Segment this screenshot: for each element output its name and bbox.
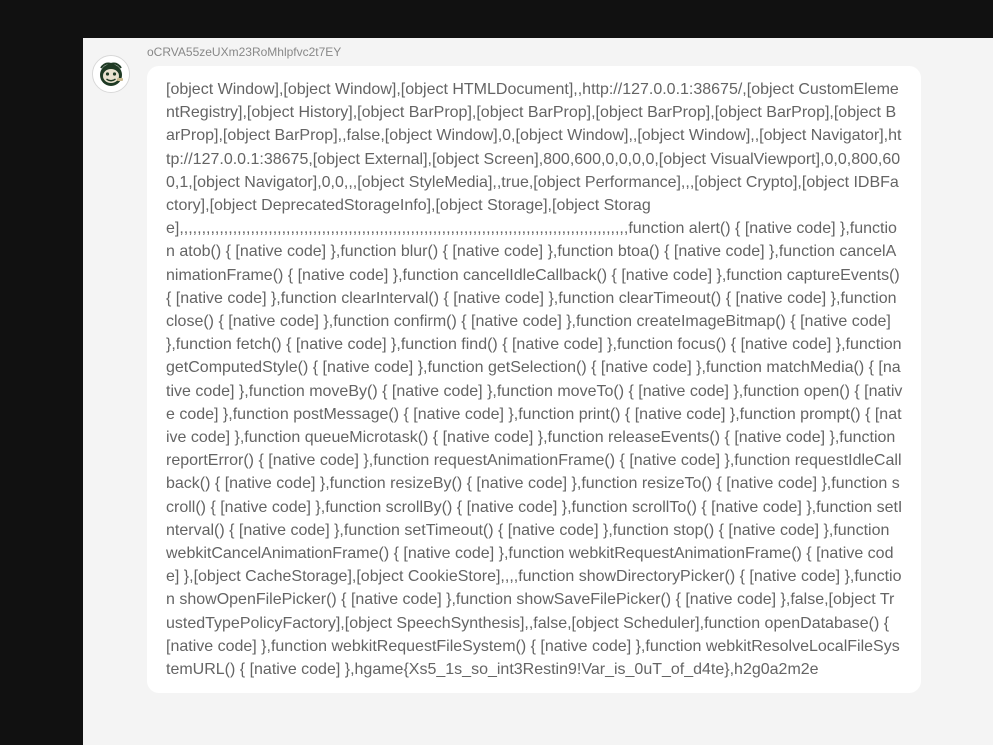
emoji-avatar-icon [93, 56, 129, 92]
sender-name: oCRVA55zeUXm23RoMhlpfvc2t7EY [147, 45, 342, 59]
sender-avatar[interactable] [92, 55, 130, 93]
message-bubble: [object Window],[object Window],[object … [147, 66, 921, 694]
page: oCRVA55zeUXm23RoMhlpfvc2t7EY [object Win… [0, 0, 993, 745]
message-text: [object Window],[object Window],[object … [166, 81, 903, 679]
chat-panel: oCRVA55zeUXm23RoMhlpfvc2t7EY [object Win… [83, 38, 993, 745]
